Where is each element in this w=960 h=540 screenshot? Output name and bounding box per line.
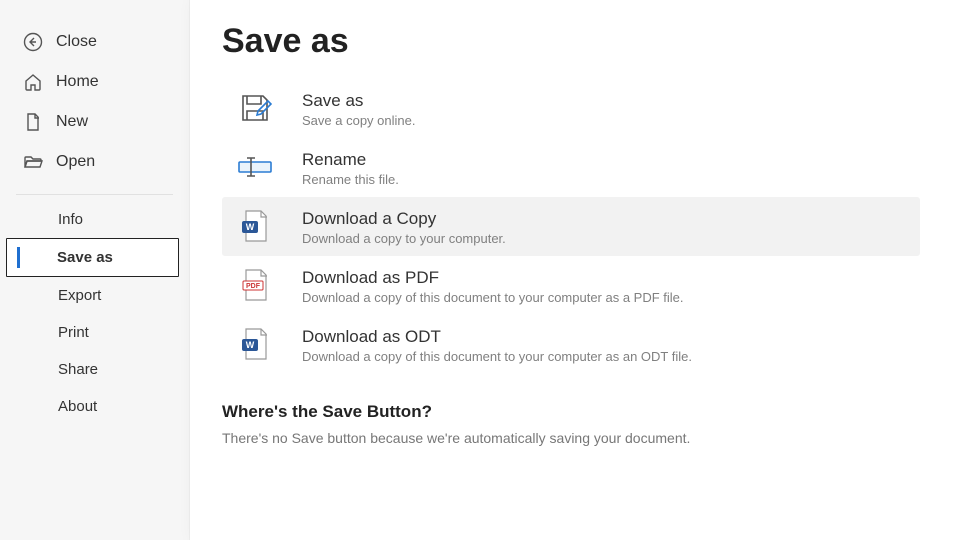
- option-download-pdf[interactable]: PDF Download as PDF Download a copy of t…: [222, 256, 920, 315]
- option-title: Rename: [302, 150, 399, 170]
- home-icon: [22, 71, 44, 93]
- option-desc: Rename this file.: [302, 172, 399, 187]
- sidebar-label: Open: [56, 153, 95, 171]
- sidebar-item-save-as[interactable]: Save as: [6, 238, 179, 277]
- sidebar-item-close[interactable]: Close: [10, 22, 179, 62]
- sidebar-item-info[interactable]: Info: [0, 201, 189, 238]
- pdf-doc-icon: PDF: [236, 266, 274, 304]
- option-title: Save as: [302, 91, 415, 111]
- sidebar-item-share[interactable]: Share: [0, 351, 189, 388]
- sidebar-item-print[interactable]: Print: [0, 314, 189, 351]
- sidebar-divider: [16, 194, 173, 195]
- sidebar-label: Home: [56, 73, 99, 91]
- sidebar-label: New: [56, 113, 88, 131]
- save-as-panel: Save as Save as Save a copy online. Rena…: [190, 0, 960, 540]
- rename-icon: [236, 148, 274, 186]
- option-title: Download a Copy: [302, 209, 506, 229]
- save-as-icon: [236, 89, 274, 127]
- option-desc: Download a copy to your computer.: [302, 231, 506, 246]
- help-title: Where's the Save Button?: [222, 402, 920, 422]
- option-desc: Download a copy of this document to your…: [302, 349, 692, 364]
- page-title: Save as: [222, 22, 920, 61]
- option-title: Download as PDF: [302, 268, 684, 288]
- svg-text:PDF: PDF: [246, 283, 261, 290]
- help-text: There's no Save button because we're aut…: [222, 430, 920, 446]
- folder-open-icon: [22, 151, 44, 173]
- sidebar-item-open[interactable]: Open: [10, 142, 179, 182]
- sidebar-label: Close: [56, 33, 97, 51]
- odt-doc-icon: W: [236, 325, 274, 363]
- option-rename[interactable]: Rename Rename this file.: [222, 138, 920, 197]
- sidebar-item-home[interactable]: Home: [10, 62, 179, 102]
- svg-text:W: W: [246, 340, 255, 350]
- new-doc-icon: [22, 111, 44, 133]
- sidebar-item-export[interactable]: Export: [0, 277, 189, 314]
- option-save-as[interactable]: Save as Save a copy online.: [222, 79, 920, 138]
- backstage-sidebar: Close Home New Open: [0, 0, 190, 540]
- sidebar-item-new[interactable]: New: [10, 102, 179, 142]
- svg-text:W: W: [246, 222, 255, 232]
- sidebar-item-about[interactable]: About: [0, 388, 189, 425]
- word-doc-icon: W: [236, 207, 274, 245]
- option-download-copy[interactable]: W Download a Copy Download a copy to you…: [222, 197, 920, 256]
- back-arrow-icon: [22, 31, 44, 53]
- option-title: Download as ODT: [302, 327, 692, 347]
- option-desc: Download a copy of this document to your…: [302, 290, 684, 305]
- option-download-odt[interactable]: W Download as ODT Download a copy of thi…: [222, 315, 920, 374]
- option-desc: Save a copy online.: [302, 113, 415, 128]
- help-section: Where's the Save Button? There's no Save…: [222, 402, 920, 446]
